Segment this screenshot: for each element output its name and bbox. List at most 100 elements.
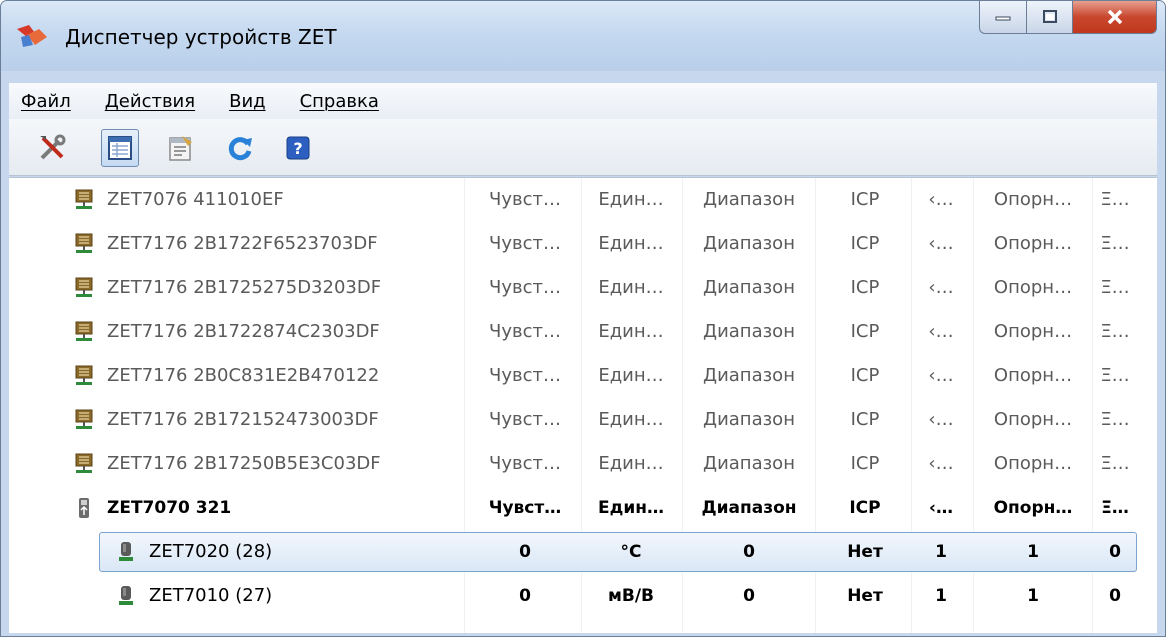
channel-cell: ‹…	[928, 277, 954, 298]
usb-device-icon	[73, 497, 95, 519]
sensitivity-cell: Чувст…	[489, 277, 561, 298]
table-view-icon	[108, 136, 132, 160]
minimize-icon	[995, 16, 1011, 21]
reference-cell: Опорн…	[993, 189, 1073, 210]
extra-cell: Ξ…	[1101, 498, 1129, 518]
device-row[interactable]: ZET7070 321 Чувст… Един… Диапазон ICP ‹… Опорн…	[9, 486, 1157, 530]
network-device-icon	[73, 277, 95, 299]
tools-icon	[40, 134, 66, 160]
channel-cell: ‹…	[928, 409, 954, 430]
icp-cell: Нет	[847, 542, 883, 562]
sensitivity-cell: 0	[519, 586, 531, 606]
device-name: ZET7176 2B1725275D3203DF	[107, 277, 382, 298]
sensitivity-cell: Чувст…	[489, 189, 561, 210]
channel-cell: ‹…	[928, 498, 953, 518]
tools-button[interactable]	[33, 129, 71, 167]
channel-cell: ‹…	[928, 453, 954, 474]
extra-cell: Ξ…	[1100, 233, 1130, 254]
sensor-icon	[115, 541, 137, 563]
icp-cell: ICP	[850, 365, 880, 386]
close-icon	[1107, 9, 1122, 25]
window-title: Диспетчер устройств ZET	[65, 25, 337, 49]
reference-cell: Опорн…	[993, 321, 1073, 342]
range-cell: 0	[743, 542, 755, 562]
icp-cell: ICP	[850, 453, 880, 474]
sensitivity-cell: Чувст…	[489, 453, 561, 474]
device-row[interactable]: ZET7176 2B1722F6523703DF Чувст… Един… Диапа…	[9, 222, 1157, 266]
channel-row[interactable]: ZET7010 (27) 0 мВ/В 0 Нет 1 1 0	[9, 574, 1157, 618]
icp-cell: ICP	[850, 233, 880, 254]
icp-cell: ICP	[850, 409, 880, 430]
channel-cell: 1	[935, 586, 947, 606]
unit-cell: Един…	[598, 277, 664, 298]
device-name: ZET7176 2B0C831E2B470122	[107, 365, 380, 386]
icp-cell: Нет	[847, 586, 883, 606]
menu-view[interactable]: Вид	[229, 91, 266, 112]
menu-help[interactable]: Справка	[300, 91, 379, 112]
icp-cell: ICP	[850, 277, 880, 298]
table-view-button[interactable]	[101, 129, 139, 167]
device-row[interactable]: ZET7176 2B1725275D3203DF Чувст… Един… Диапа…	[9, 266, 1157, 310]
extra-cell: Ξ…	[1100, 453, 1130, 474]
unit-cell: Един…	[598, 233, 664, 254]
range-cell: Диапазон	[703, 189, 795, 210]
extra-cell: 0	[1109, 542, 1121, 562]
extra-cell: Ξ…	[1100, 277, 1130, 298]
unit-cell: Един…	[598, 409, 664, 430]
sensor-icon	[115, 585, 137, 607]
help-button[interactable]: ?	[279, 129, 317, 167]
unit-cell: °C	[620, 542, 642, 562]
title-bar[interactable]: Диспетчер устройств ZET	[1, 1, 1165, 71]
properties-icon	[169, 136, 192, 161]
close-button[interactable]	[1073, 1, 1157, 34]
menu-file[interactable]: Файл	[21, 91, 71, 112]
refresh-icon	[228, 137, 252, 161]
sensitivity-cell: Чувст…	[489, 233, 561, 254]
network-device-icon	[73, 189, 95, 211]
channel-cell: ‹…	[928, 321, 954, 342]
unit-cell: Един…	[598, 189, 664, 210]
icp-cell: ICP	[849, 498, 881, 518]
device-row[interactable]: ZET7176 2B17250B5E3C03DF Чувст… Един… Диапа…	[9, 442, 1157, 486]
properties-button[interactable]	[161, 129, 199, 167]
menu-actions[interactable]: Действия	[105, 91, 195, 112]
minimize-button[interactable]	[979, 1, 1027, 34]
extra-cell: Ξ…	[1100, 189, 1130, 210]
extra-cell: Ξ…	[1100, 321, 1130, 342]
app-icon	[17, 25, 47, 47]
reference-cell: 1	[1027, 586, 1039, 606]
range-cell: Диапазон	[703, 453, 795, 474]
sensitivity-cell: Чувст…	[489, 409, 561, 430]
reference-cell: Опорн…	[993, 409, 1073, 430]
device-row[interactable]: ZET7176 2B0C831E2B470122 Чувст… Един… Диапа…	[9, 354, 1157, 398]
extra-cell: Ξ…	[1100, 409, 1130, 430]
device-name: ZET7176 2B1722F6523703DF	[107, 233, 378, 254]
network-device-icon	[73, 409, 95, 431]
channel-cell: 1	[935, 542, 947, 562]
reference-cell: Опорн…	[993, 277, 1073, 298]
range-cell: Диапазон	[703, 233, 795, 254]
network-device-icon	[73, 453, 95, 475]
device-name: ZET7176 2B17250B5E3C03DF	[107, 453, 381, 474]
device-row[interactable]: ZET7076 411010EF Чувст… Един… Диапазон ICP ‹……	[9, 178, 1157, 222]
unit-cell: Един…	[598, 321, 664, 342]
channel-cell: ‹…	[928, 233, 954, 254]
maximize-icon	[1042, 10, 1057, 23]
device-name: ZET7176 2B172152473003DF	[107, 409, 379, 430]
channel-row[interactable]: ZET7020 (28) 0 °C 0 Нет 1 1 0	[9, 530, 1157, 574]
maximize-button[interactable]	[1027, 1, 1073, 34]
unit-cell: Един…	[598, 453, 664, 474]
device-table: ZET7076 411010EF Чувст… Един… Диапазон ICP ‹……	[9, 177, 1157, 633]
extra-cell: Ξ…	[1100, 365, 1130, 386]
sensitivity-cell: 0	[519, 542, 531, 562]
refresh-button[interactable]	[221, 129, 259, 167]
unit-cell: Един…	[598, 498, 664, 518]
app-window: Диспетчер устройств ZET Файл Действия Ви…	[0, 0, 1166, 637]
device-row[interactable]: ZET7176 2B172152473003DF Чувст… Един… Диапа…	[9, 398, 1157, 442]
device-name: ZET7020 (28)	[149, 541, 273, 562]
sensitivity-cell: Чувст…	[489, 321, 561, 342]
network-device-icon	[73, 321, 95, 343]
device-row[interactable]: ZET7176 2B1722874C2303DF Чувст… Един… Диапа…	[9, 310, 1157, 354]
reference-cell: Опорн…	[993, 453, 1073, 474]
reference-cell: Опорн…	[993, 498, 1073, 518]
